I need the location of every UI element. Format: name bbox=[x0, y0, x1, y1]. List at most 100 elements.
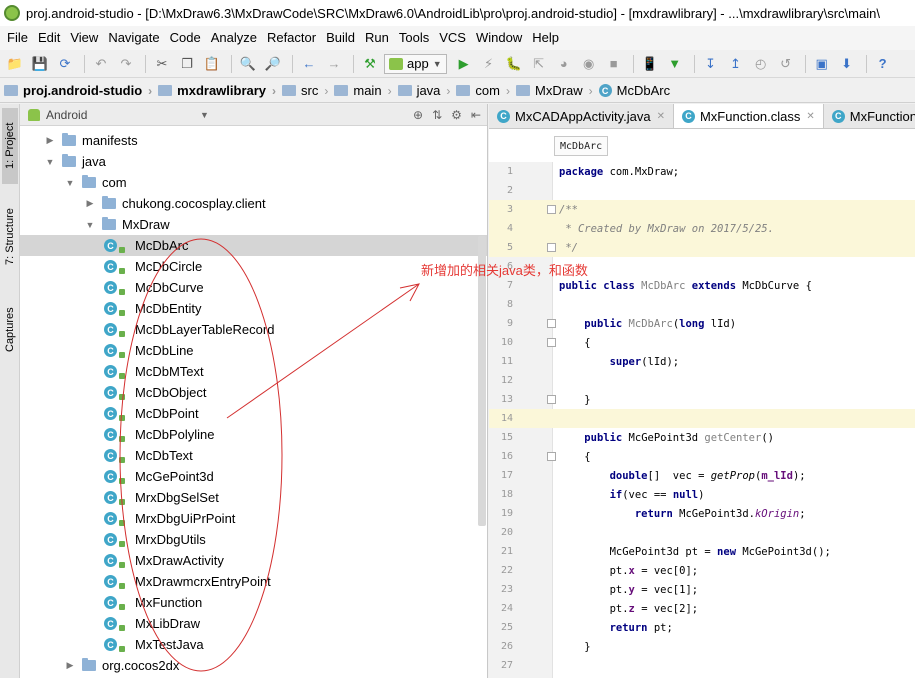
replace-icon[interactable]: 🔎 bbox=[262, 53, 284, 75]
breadcrumb-item[interactable]: C McDbArc bbox=[598, 83, 670, 98]
code-fold-icon[interactable] bbox=[547, 243, 556, 252]
redo-icon[interactable]: ↷ bbox=[115, 53, 137, 75]
tree-item-folder[interactable]: ▼ com bbox=[20, 172, 487, 193]
close-icon[interactable]: ✕ bbox=[806, 111, 814, 122]
project-structure-icon[interactable]: ▣ bbox=[811, 53, 833, 75]
make-project-icon[interactable]: ⚒ bbox=[359, 53, 381, 75]
stop-icon[interactable]: ■ bbox=[603, 53, 625, 75]
save-all-icon[interactable]: 💾 bbox=[29, 53, 51, 75]
breadcrumb-item[interactable]: com › bbox=[456, 83, 510, 98]
copy-icon[interactable]: ❐ bbox=[176, 53, 198, 75]
undo-icon[interactable]: ↶ bbox=[90, 53, 112, 75]
chevron-down-icon[interactable]: ▼ bbox=[64, 178, 76, 188]
close-icon[interactable]: ✕ bbox=[657, 111, 665, 122]
chevron-down-icon[interactable]: ▼ bbox=[44, 157, 56, 167]
cut-icon[interactable]: ✂ bbox=[151, 53, 173, 75]
tree-item-class[interactable]: C McDbPolyline bbox=[20, 424, 487, 445]
collapse-all-icon[interactable]: ⇅ bbox=[432, 108, 442, 122]
run-icon[interactable]: ▶ bbox=[453, 53, 475, 75]
menu-code[interactable]: Code bbox=[165, 26, 206, 50]
scroll-from-source-icon[interactable]: ⊕ bbox=[413, 108, 423, 122]
paste-icon[interactable]: 📋 bbox=[201, 53, 223, 75]
code-fold-icon[interactable] bbox=[547, 395, 556, 404]
help-icon[interactable]: ? bbox=[872, 53, 894, 75]
editor-tab[interactable]: C MxFunction.class ✕ bbox=[673, 104, 824, 128]
avd-manager-icon[interactable]: 📱 bbox=[639, 53, 661, 75]
project-tree-scrollbar[interactable] bbox=[478, 236, 486, 526]
tab-structure[interactable]: 7: Structure bbox=[2, 192, 18, 282]
menu-tools[interactable]: Tools bbox=[394, 26, 434, 50]
chevron-down-icon[interactable]: ▼ bbox=[200, 110, 209, 120]
tree-item-class[interactable]: C McDbObject bbox=[20, 382, 487, 403]
tree-item-class[interactable]: C MxTestJava bbox=[20, 634, 487, 655]
breadcrumb-item[interactable]: mxdrawlibrary › bbox=[158, 83, 276, 98]
tree-item-folder[interactable]: ▼ java bbox=[20, 151, 487, 172]
tree-item-class[interactable]: C MxDrawActivity bbox=[20, 550, 487, 571]
tree-item-class[interactable]: C McDbEntity bbox=[20, 298, 487, 319]
tree-item-class[interactable]: C MrxDbgSelSet bbox=[20, 487, 487, 508]
chevron-right-icon[interactable]: ▶ bbox=[64, 660, 76, 671]
chevron-right-icon[interactable]: ▶ bbox=[44, 135, 56, 146]
breadcrumb-item[interactable]: MxDraw › bbox=[515, 83, 593, 98]
chevron-right-icon[interactable]: ▶ bbox=[84, 198, 96, 209]
editor-tab[interactable]: C MxFunction. bbox=[823, 104, 915, 128]
code-fold-icon[interactable] bbox=[547, 319, 556, 328]
tab-captures[interactable]: Captures bbox=[2, 294, 18, 366]
vcs-commit-icon[interactable]: ↥ bbox=[725, 53, 747, 75]
menu-analyze[interactable]: Analyze bbox=[206, 26, 262, 50]
project-view-mode[interactable]: Android bbox=[46, 108, 87, 122]
menu-refactor[interactable]: Refactor bbox=[262, 26, 321, 50]
forward-icon[interactable]: → bbox=[323, 53, 345, 75]
menu-file[interactable]: File bbox=[2, 26, 33, 50]
code-fold-icon[interactable] bbox=[547, 452, 556, 461]
tree-item-folder[interactable]: ▶ org.cocos2dx bbox=[20, 655, 487, 676]
menu-vcs[interactable]: VCS bbox=[434, 26, 471, 50]
vcs-history-icon[interactable]: ◴ bbox=[750, 53, 772, 75]
menu-edit[interactable]: Edit bbox=[33, 26, 65, 50]
debug-icon[interactable]: 🐛 bbox=[503, 53, 525, 75]
tree-item-class[interactable]: C McDbLine bbox=[20, 340, 487, 361]
vcs-update-icon[interactable]: ↧ bbox=[700, 53, 722, 75]
breadcrumb-item[interactable]: proj.android-studio › bbox=[4, 83, 152, 98]
chevron-down-icon[interactable]: ▼ bbox=[84, 220, 96, 230]
tree-item-class[interactable]: C MrxDbgUiPrPoint bbox=[20, 508, 487, 529]
menu-navigate[interactable]: Navigate bbox=[103, 26, 164, 50]
vcs-revert-icon[interactable]: ↺ bbox=[775, 53, 797, 75]
open-folder-icon[interactable]: 📁 bbox=[4, 53, 26, 75]
apply-changes-icon[interactable]: ⚡ bbox=[478, 53, 500, 75]
tree-item-class[interactable]: C MxDrawmcrxEntryPoint bbox=[20, 571, 487, 592]
tree-item-folder[interactable]: ▶ chukong.cocosplay.client bbox=[20, 193, 487, 214]
tree-item-class[interactable]: C McDbPoint bbox=[20, 403, 487, 424]
code-fold-icon[interactable] bbox=[547, 338, 556, 347]
coverage-icon[interactable]: ◉ bbox=[578, 53, 600, 75]
sdk-download-icon[interactable]: ⬇ bbox=[836, 53, 858, 75]
tree-item-class[interactable]: C McDbCircle bbox=[20, 256, 487, 277]
profile-icon[interactable]: ◕ bbox=[553, 53, 575, 75]
tree-item-class[interactable]: C McDbMText bbox=[20, 361, 487, 382]
hide-panel-icon[interactable]: ⇤ bbox=[471, 108, 481, 122]
sync-icon[interactable]: ⟳ bbox=[54, 53, 76, 75]
menu-help[interactable]: Help bbox=[527, 26, 564, 50]
attach-debugger-icon[interactable]: ⇱ bbox=[528, 53, 550, 75]
menu-build[interactable]: Build bbox=[321, 26, 360, 50]
editor-tab[interactable]: C MxCADAppActivity.java ✕ bbox=[489, 104, 674, 128]
tree-item-folder[interactable]: ▶ manifests bbox=[20, 130, 487, 151]
tree-item-class[interactable]: C McGePoint3d bbox=[20, 466, 487, 487]
tree-item-class[interactable]: C MxFunction bbox=[20, 592, 487, 613]
tab-project[interactable]: 1: Project bbox=[2, 108, 18, 184]
tree-item-class[interactable]: C McDbCurve bbox=[20, 277, 487, 298]
menu-run[interactable]: Run bbox=[360, 26, 394, 50]
tree-item-class[interactable]: C MxLibDraw bbox=[20, 613, 487, 634]
back-icon[interactable]: ← bbox=[298, 53, 320, 75]
menu-view[interactable]: View bbox=[65, 26, 103, 50]
breadcrumb-item[interactable]: main › bbox=[334, 83, 392, 98]
sdk-manager-icon[interactable]: ▼ bbox=[664, 53, 686, 75]
code-fold-icon[interactable] bbox=[547, 205, 556, 214]
tree-item-class[interactable]: C McDbArc bbox=[20, 235, 487, 256]
tree-item-folder[interactable]: ▼ MxDraw bbox=[20, 214, 487, 235]
tree-item-class[interactable]: C McDbLayerTableRecord bbox=[20, 319, 487, 340]
breadcrumb-item[interactable]: src › bbox=[282, 83, 328, 98]
run-config-select[interactable]: app ▼ bbox=[384, 53, 447, 74]
gear-icon[interactable]: ⚙ bbox=[451, 108, 462, 122]
tree-item-class[interactable]: C McDbText bbox=[20, 445, 487, 466]
